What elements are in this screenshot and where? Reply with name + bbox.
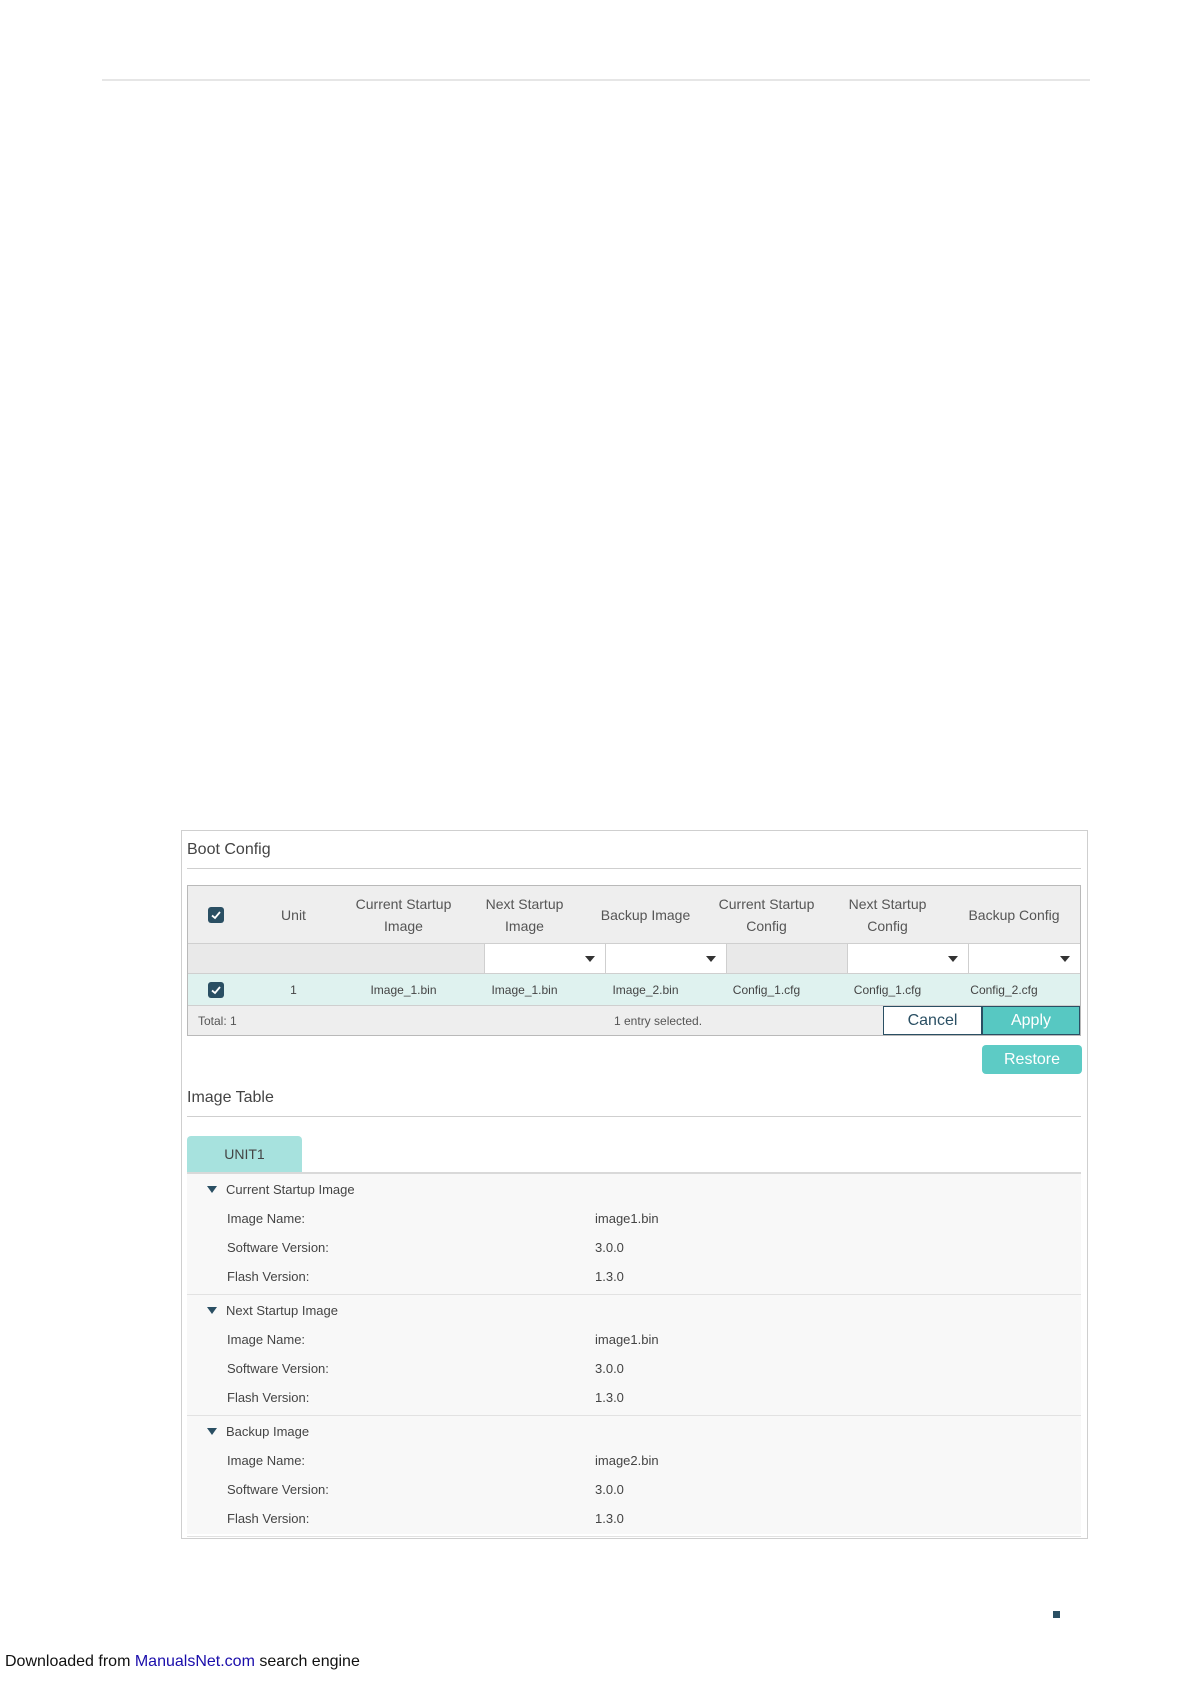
select-all-checkbox[interactable]	[188, 886, 244, 943]
table-row[interactable]: 1 Image_1.bin Image_1.bin Image_2.bin Co…	[188, 974, 1080, 1006]
field-row: Flash Version: 1.3.0	[227, 1511, 1081, 1526]
backup-image-select[interactable]	[605, 944, 726, 973]
download-footer: Downloaded from ManualsNet.com search en…	[5, 1653, 360, 1671]
cancel-button[interactable]: Cancel	[883, 1006, 982, 1035]
boot-config-divider	[187, 868, 1081, 869]
footer-suffix: search engine	[254, 1653, 360, 1670]
field-value: 1.3.0	[595, 1390, 624, 1405]
field-row: Image Name: image2.bin	[227, 1453, 1081, 1468]
field-row: Software Version: 3.0.0	[227, 1361, 1081, 1376]
image-table-title: Image Table	[187, 1089, 274, 1106]
group-title: Current Startup Image	[226, 1182, 355, 1197]
field-row: Image Name: image1.bin	[227, 1211, 1081, 1226]
field-label: Image Name:	[227, 1453, 306, 1468]
page-marker	[1053, 1611, 1060, 1618]
selection-status: 1 entry selected.	[614, 1014, 703, 1028]
chevron-down-icon	[948, 956, 958, 962]
col-backup-config: Backup Config	[968, 906, 1060, 923]
group-current-startup-image: Current Startup Image Image Name: image1.…	[187, 1174, 1081, 1295]
field-value: image2.bin	[595, 1453, 659, 1468]
chevron-down-icon	[585, 956, 595, 962]
group-title: Backup Image	[226, 1424, 310, 1439]
boot-config-panel: Boot Config Unit Current Startup Image N…	[181, 830, 1088, 1539]
tab-unit1[interactable]: UNIT1	[187, 1136, 302, 1172]
table-footer: Total: 1 1 entry selected. Cancel Apply	[188, 1006, 1080, 1035]
field-value: 3.0.0	[595, 1482, 624, 1497]
total-count: Total: 1	[198, 1014, 237, 1028]
caret-down-icon	[207, 1307, 217, 1314]
next-startup-config-select[interactable]	[847, 944, 968, 973]
field-row: Software Version: 3.0.0	[227, 1240, 1081, 1255]
image-table-divider	[187, 1116, 1081, 1117]
field-row: Flash Version: 1.3.0	[227, 1390, 1081, 1405]
field-value: 1.3.0	[595, 1269, 624, 1284]
backup-config-select[interactable]	[968, 944, 1080, 973]
field-value: 1.3.0	[595, 1511, 624, 1526]
caret-down-icon	[207, 1186, 217, 1193]
field-value: 3.0.0	[595, 1361, 624, 1376]
group-backup-image: Backup Image Image Name: image2.bin Softw…	[187, 1416, 1081, 1537]
field-label: Software Version:	[227, 1240, 329, 1255]
chevron-down-icon	[706, 956, 716, 962]
checkbox-checked-icon	[208, 906, 224, 923]
cell-next-startup-config: Config_1.cfg	[853, 982, 922, 997]
cell-next-startup-image: Image_1.bin	[491, 982, 558, 997]
filter-blank	[726, 944, 847, 973]
group-header[interactable]: Backup Image	[207, 1424, 309, 1439]
col-unit: Unit	[281, 906, 306, 923]
field-label: Flash Version:	[227, 1390, 310, 1405]
field-value: image1.bin	[595, 1332, 659, 1347]
group-header[interactable]: Next Startup Image	[207, 1303, 338, 1318]
checkbox-checked-icon	[208, 981, 224, 998]
field-label: Software Version:	[227, 1361, 329, 1376]
restore-button[interactable]: Restore	[982, 1045, 1082, 1074]
next-startup-image-select[interactable]	[484, 944, 605, 973]
col-next-startup-config: Next Startup Config	[848, 895, 927, 934]
boot-config-table: Unit Current Startup Image Next Startup …	[187, 885, 1081, 1036]
group-header[interactable]: Current Startup Image	[207, 1182, 355, 1197]
table-header-row: Unit Current Startup Image Next Startup …	[188, 886, 1080, 944]
field-row: Image Name: image1.bin	[227, 1332, 1081, 1347]
row-checkbox[interactable]	[188, 974, 244, 1005]
boot-config-title: Boot Config	[187, 841, 271, 858]
cell-current-startup-image: Image_1.bin	[370, 982, 437, 997]
table-filter-row	[188, 944, 1080, 974]
cell-backup-config: Config_2.cfg	[970, 982, 1038, 997]
field-value: image1.bin	[595, 1211, 659, 1226]
field-row: Flash Version: 1.3.0	[227, 1269, 1081, 1284]
caret-down-icon	[207, 1428, 217, 1435]
manualsnet-link[interactable]: ManualsNet.com	[135, 1653, 255, 1670]
col-current-startup-config: Current Startup Config	[718, 895, 815, 934]
cell-unit: 1	[290, 982, 297, 997]
group-title: Next Startup Image	[226, 1303, 338, 1318]
field-label: Software Version:	[227, 1482, 329, 1497]
cell-current-startup-config: Config_1.cfg	[732, 982, 801, 997]
footer-prefix: Downloaded from	[5, 1653, 135, 1670]
filter-blank	[188, 944, 484, 973]
cell-backup-image: Image_2.bin	[612, 982, 679, 997]
group-next-startup-image: Next Startup Image Image Name: image1.bin…	[187, 1295, 1081, 1416]
col-next-startup-image: Next Startup Image	[485, 895, 564, 934]
apply-button[interactable]: Apply	[982, 1006, 1080, 1035]
header-divider	[102, 79, 1090, 81]
field-label: Image Name:	[227, 1332, 306, 1347]
field-label: Flash Version:	[227, 1269, 310, 1284]
field-label: Flash Version:	[227, 1511, 310, 1526]
field-row: Software Version: 3.0.0	[227, 1482, 1081, 1497]
col-backup-image: Backup Image	[600, 906, 691, 923]
field-value: 3.0.0	[595, 1240, 624, 1255]
field-label: Image Name:	[227, 1211, 306, 1226]
chevron-down-icon	[1060, 956, 1070, 962]
image-info-panel: Current Startup Image Image Name: image1.…	[187, 1174, 1081, 1537]
col-current-startup-image: Current Startup Image	[355, 895, 452, 934]
